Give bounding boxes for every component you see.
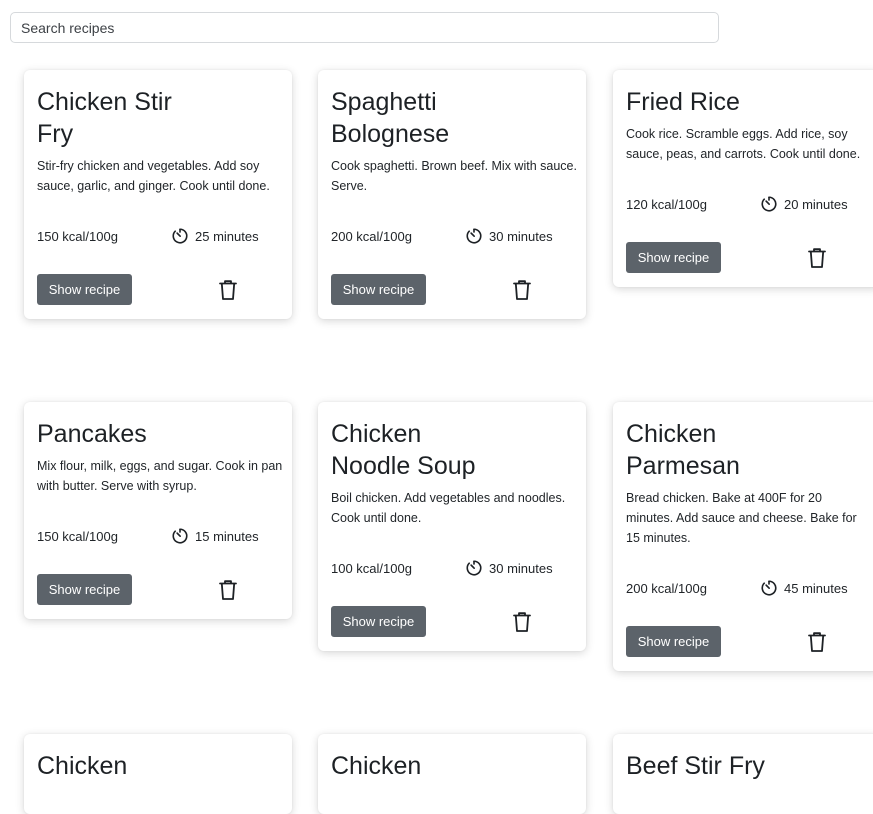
- recipe-calories: 200 kcal/100g: [331, 228, 412, 244]
- recipe-card: Chicken: [24, 734, 292, 814]
- recipe-card: Chicken Stir Fry Stir-fry chicken and ve…: [24, 70, 292, 319]
- recipe-actions: Show recipe: [626, 626, 868, 657]
- recipe-description: Bread chicken. Bake at 400F for 20 minut…: [626, 491, 857, 545]
- recipe-card: Spaghetti Bolognese Cook spaghetti. Brow…: [318, 70, 586, 319]
- recipe-actions: Show recipe: [626, 242, 868, 273]
- recipe-actions: Show recipe: [331, 606, 573, 637]
- show-recipe-button[interactable]: Show recipe: [626, 626, 721, 657]
- recipe-time-label: 30 minutes: [489, 560, 553, 576]
- recipe-title: Spaghetti Bolognese: [331, 88, 450, 148]
- recipe-time-label: 25 minutes: [195, 228, 259, 244]
- recipe-time-label: 15 minutes: [195, 528, 259, 544]
- recipe-description: Stir-fry chicken and vegetables. Add soy…: [37, 159, 270, 193]
- recipe-title: Fried Rice: [626, 88, 740, 116]
- trash-icon[interactable]: [807, 247, 827, 269]
- recipe-meta: 200 kcal/100g 45 minutes: [626, 578, 868, 598]
- recipe-title: Beef Stir Fry: [626, 752, 765, 780]
- recipe-actions: Show recipe: [37, 574, 279, 605]
- recipe-card: Chicken Parmesan Bread chicken. Bake at …: [613, 402, 873, 671]
- show-recipe-button[interactable]: Show recipe: [37, 274, 132, 305]
- search-input[interactable]: [10, 12, 719, 43]
- trash-icon[interactable]: [218, 279, 238, 301]
- recipe-time: 25 minutes: [171, 227, 259, 245]
- trash-icon[interactable]: [807, 631, 827, 653]
- recipe-card: Beef Stir Fry: [613, 734, 873, 814]
- recipe-title: Chicken Parmesan: [626, 420, 740, 480]
- recipe-calories: 100 kcal/100g: [331, 560, 412, 576]
- trash-icon[interactable]: [218, 579, 238, 601]
- recipe-calories: 150 kcal/100g: [37, 228, 118, 244]
- recipe-calories: 200 kcal/100g: [626, 580, 707, 596]
- recipe-description: Mix flour, milk, eggs, and sugar. Cook i…: [37, 459, 283, 493]
- recipe-description: Cook spaghetti. Brown beef. Mix with sau…: [331, 159, 577, 193]
- recipe-meta: 150 kcal/100g 15 minutes: [37, 526, 279, 546]
- recipe-time-label: 30 minutes: [489, 228, 553, 244]
- recipe-title: Pancakes: [37, 420, 147, 448]
- recipe-actions: Show recipe: [331, 274, 573, 305]
- recipe-title: Chicken: [331, 752, 422, 780]
- recipe-time: 45 minutes: [760, 579, 848, 597]
- show-recipe-button[interactable]: Show recipe: [626, 242, 721, 273]
- recipe-card: Fried Rice Cook rice. Scramble eggs. Add…: [613, 70, 873, 287]
- recipe-card: Chicken: [318, 734, 586, 814]
- recipe-time: 20 minutes: [760, 195, 848, 213]
- recipe-title: Chicken: [37, 752, 128, 780]
- recipe-calories: 120 kcal/100g: [626, 196, 707, 212]
- recipe-card: Pancakes Mix flour, milk, eggs, and suga…: [24, 402, 292, 619]
- recipe-meta: 150 kcal/100g 25 minutes: [37, 226, 279, 246]
- timer-icon: [172, 228, 188, 244]
- recipe-time: 30 minutes: [465, 227, 553, 245]
- recipe-card: Chicken Noodle Soup Boil chicken. Add ve…: [318, 402, 586, 651]
- recipe-time: 15 minutes: [171, 527, 259, 545]
- recipe-title: Chicken Noodle Soup: [331, 420, 476, 480]
- show-recipe-button[interactable]: Show recipe: [331, 274, 426, 305]
- timer-icon: [761, 196, 777, 212]
- recipe-time-label: 20 minutes: [784, 196, 848, 212]
- trash-icon[interactable]: [512, 611, 532, 633]
- recipe-description: Boil chicken. Add vegetables and noodles…: [331, 491, 566, 525]
- timer-icon: [466, 560, 482, 576]
- show-recipe-button[interactable]: Show recipe: [331, 606, 426, 637]
- recipe-time-label: 45 minutes: [784, 580, 848, 596]
- timer-icon: [172, 528, 188, 544]
- timer-icon: [466, 228, 482, 244]
- recipe-time: 30 minutes: [465, 559, 553, 577]
- recipe-meta: 120 kcal/100g 20 minutes: [626, 194, 868, 214]
- recipe-meta: 200 kcal/100g 30 minutes: [331, 226, 573, 246]
- timer-icon: [761, 580, 777, 596]
- show-recipe-button[interactable]: Show recipe: [37, 574, 132, 605]
- recipe-meta: 100 kcal/100g 30 minutes: [331, 558, 573, 578]
- recipe-title: Chicken Stir Fry: [37, 88, 172, 148]
- recipe-description: Cook rice. Scramble eggs. Add rice, soy …: [626, 127, 861, 161]
- recipe-calories: 150 kcal/100g: [37, 528, 118, 544]
- recipe-actions: Show recipe: [37, 274, 279, 305]
- trash-icon[interactable]: [512, 279, 532, 301]
